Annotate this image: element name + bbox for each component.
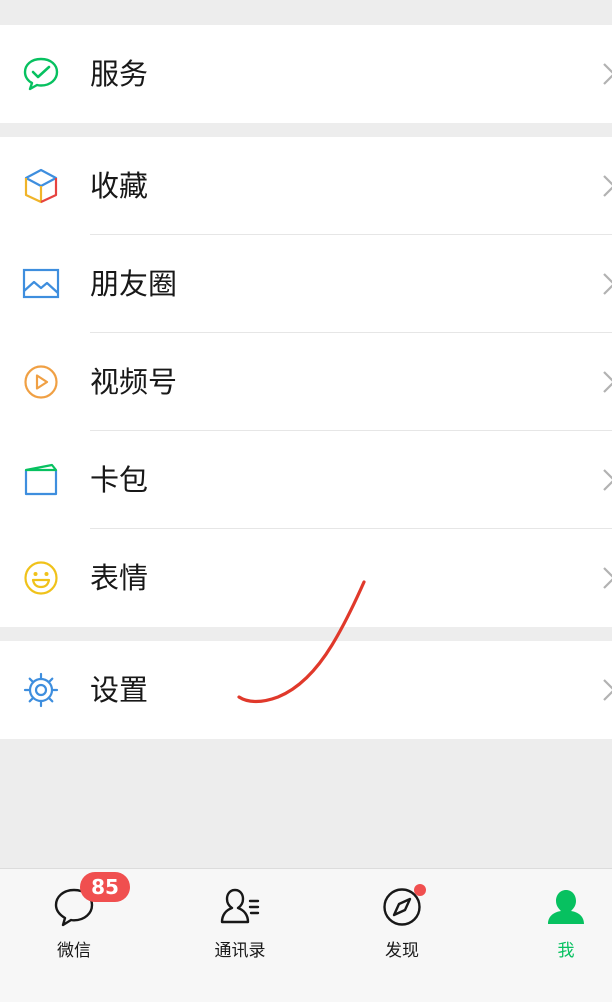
tab-me[interactable]: 我	[506, 869, 612, 1002]
tab-discover[interactable]: 发现	[342, 869, 462, 1002]
red-annotation-stroke	[237, 580, 366, 704]
notification-dot	[414, 884, 426, 896]
person-icon	[548, 890, 584, 924]
tab-label: 发现	[385, 941, 419, 961]
tab-label: 我	[557, 941, 575, 961]
tab-label: 微信	[57, 941, 91, 961]
contacts-icon	[220, 888, 260, 924]
tab-label: 通讯录	[214, 941, 266, 961]
tab-contacts[interactable]: 通讯录	[180, 869, 300, 1002]
unread-badge: 85	[80, 872, 130, 902]
